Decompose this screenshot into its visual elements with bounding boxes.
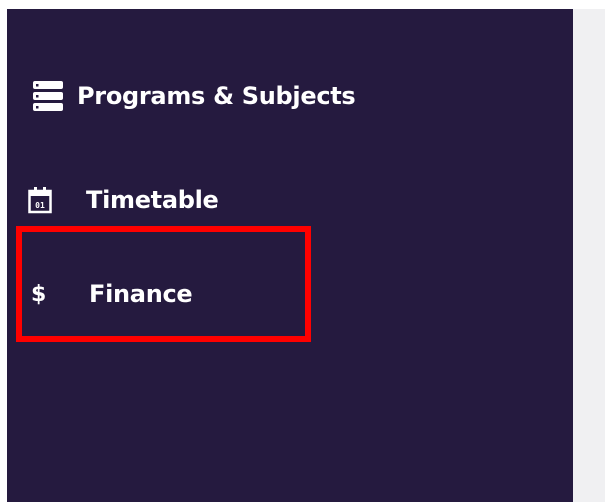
- sidebar-item-label: Programs & Subjects: [77, 82, 356, 110]
- sidebar-item-timetable[interactable]: 01 Timetable: [28, 180, 219, 220]
- sidebar-item-programs-subjects[interactable]: Programs & Subjects: [19, 76, 356, 116]
- svg-text:01: 01: [35, 201, 45, 210]
- calendar-icon: 01: [28, 186, 86, 214]
- dollar-icon: $: [31, 281, 47, 307]
- sidebar: Programs & Subjects 01 Timetable $ Finan…: [7, 9, 573, 502]
- main-content-area: [573, 9, 605, 502]
- app-frame: Programs & Subjects 01 Timetable $ Finan…: [0, 0, 605, 502]
- server-stack-icon: [19, 79, 77, 113]
- sidebar-item-label: Finance: [89, 280, 193, 308]
- sidebar-item-finance[interactable]: $ Finance: [31, 274, 193, 314]
- sidebar-item-label: Timetable: [86, 186, 219, 214]
